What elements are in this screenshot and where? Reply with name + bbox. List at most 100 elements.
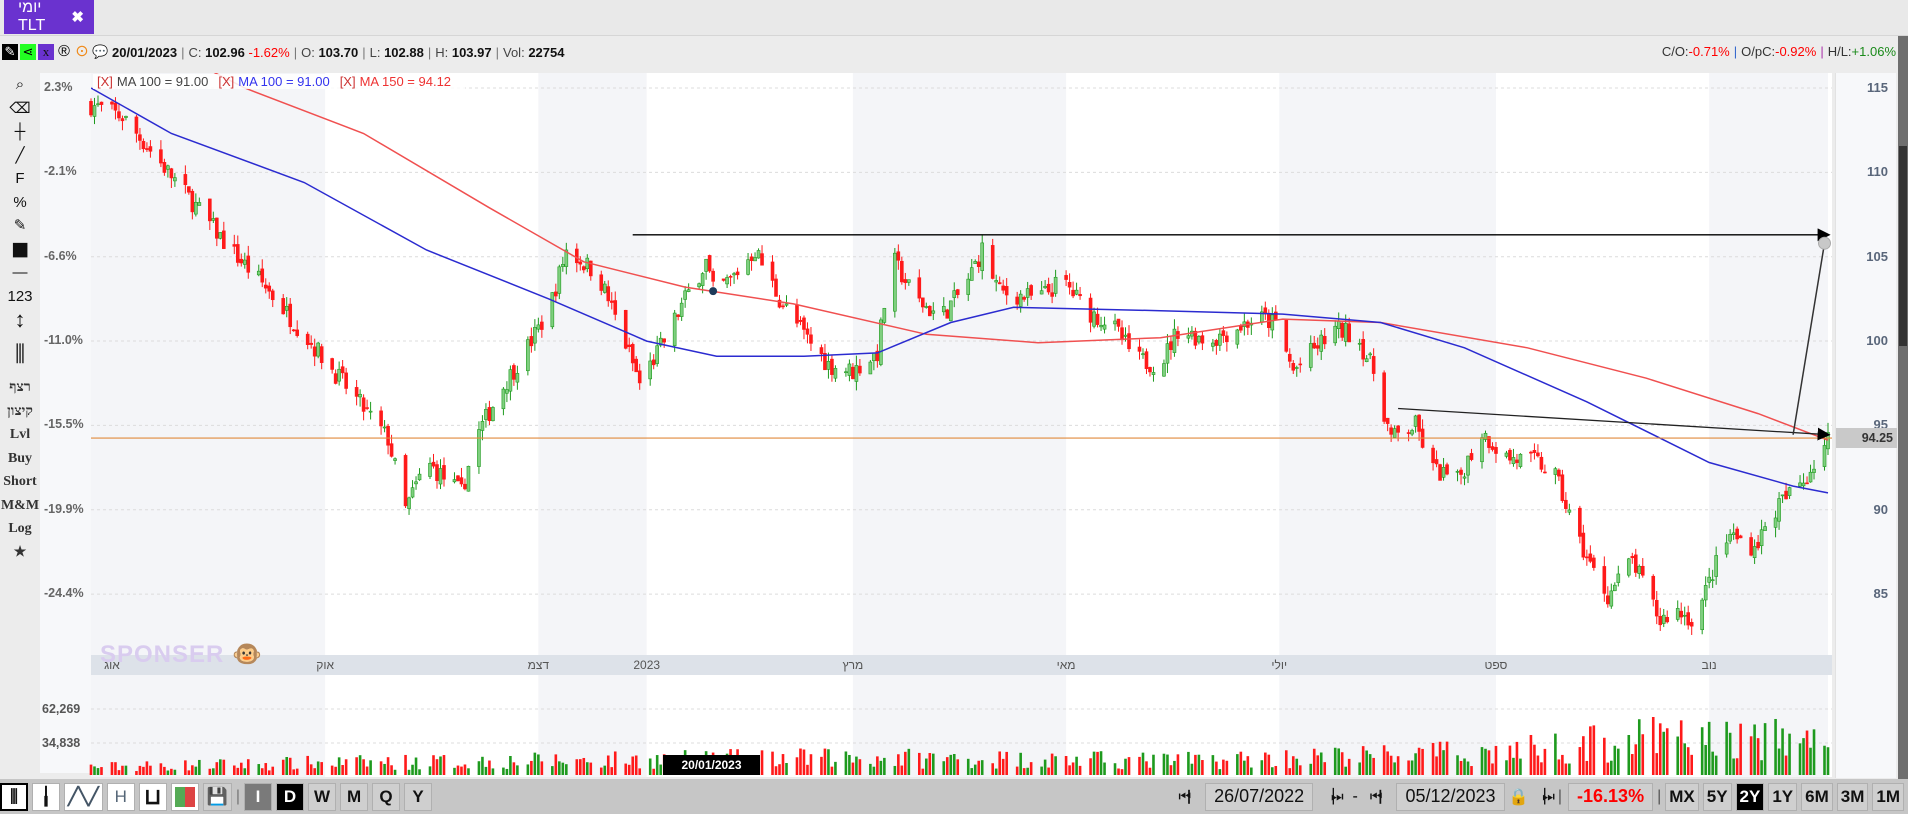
indicator-label: MA 150 = 94.12 xyxy=(359,74,452,89)
volume-bar xyxy=(1585,760,1589,775)
interval-Q[interactable]: Q xyxy=(372,782,401,811)
candle-body xyxy=(501,388,506,410)
candle-body xyxy=(1738,535,1743,539)
range-1Y[interactable]: 1Y xyxy=(1768,782,1798,811)
save-icon[interactable]: 💾 xyxy=(202,782,232,811)
volume-bar xyxy=(1627,734,1631,775)
volume-bar xyxy=(1456,755,1459,775)
volume-bar xyxy=(1540,762,1543,775)
candle-body xyxy=(344,372,348,389)
lock-icon[interactable]: 🔒 xyxy=(1509,787,1529,807)
volume-bar xyxy=(1421,748,1424,775)
volume-bar xyxy=(1410,760,1414,775)
volume-bar xyxy=(1480,747,1484,775)
volume-bar xyxy=(1414,753,1417,775)
first-end-icon[interactable]: ⏮▏ xyxy=(1370,788,1394,805)
candle-body xyxy=(945,309,950,319)
candle-body xyxy=(1169,341,1173,350)
line-chart-button[interactable]: ╱╲╱ xyxy=(64,782,103,811)
volume-bar xyxy=(1029,762,1033,775)
candle-body xyxy=(1518,453,1523,467)
price-tick: 90 xyxy=(1873,501,1888,517)
volume-bar xyxy=(613,751,617,775)
bars-chart-button[interactable]: ╽ xyxy=(32,782,60,811)
candle-body xyxy=(606,286,611,302)
candle-body xyxy=(124,115,128,118)
candle-body xyxy=(113,102,118,111)
volume-bar xyxy=(1162,753,1166,775)
volume-bar xyxy=(110,762,114,775)
scrollbar-thumb[interactable] xyxy=(1899,146,1907,346)
forward-start-icon[interactable]: ▕⏭ xyxy=(1323,788,1343,805)
heikin-ashi-button[interactable]: H xyxy=(106,782,135,811)
candles-chart-button[interactable]: ⫼ xyxy=(0,782,28,811)
volume-bar xyxy=(956,759,960,775)
candle-body xyxy=(117,111,121,119)
forward-end-icon[interactable]: ▕⏭ xyxy=(1535,788,1555,805)
range-1M[interactable]: 1M xyxy=(1872,782,1904,811)
u-chart-button[interactable]: ⊔ xyxy=(138,782,167,811)
volume-bar xyxy=(1333,747,1337,775)
volume-bar xyxy=(869,763,872,775)
candle-body xyxy=(173,177,177,182)
interval-I[interactable]: I xyxy=(244,782,273,811)
volume-bar xyxy=(456,765,460,775)
candle-body xyxy=(96,103,100,106)
candle-body xyxy=(1361,339,1365,360)
candle-body xyxy=(1018,293,1023,307)
volume-bar xyxy=(1630,754,1634,775)
volume-bar xyxy=(1826,747,1830,775)
candle-body xyxy=(1752,546,1757,558)
volume-bar xyxy=(411,764,414,775)
volume-bar xyxy=(1267,754,1271,775)
volume-bar xyxy=(316,761,320,775)
range-6M[interactable]: 6M xyxy=(1801,782,1833,811)
candle-body xyxy=(1822,445,1827,467)
range-MX[interactable]: MX xyxy=(1665,782,1699,811)
scrollbar[interactable] xyxy=(1898,36,1908,814)
to-date[interactable]: 05/12/2023 xyxy=(1396,782,1505,811)
volume-bar xyxy=(1078,765,1082,775)
candle-body xyxy=(1626,558,1631,576)
interval-M[interactable]: M xyxy=(340,782,369,811)
remove-indicator-button[interactable]: [X] xyxy=(218,74,234,89)
from-date[interactable]: 26/07/2022 xyxy=(1205,782,1314,811)
volume-bar xyxy=(1120,769,1124,775)
volume-bar xyxy=(236,767,240,775)
candle-body xyxy=(263,284,268,289)
candle-body xyxy=(630,344,635,364)
volume-bar xyxy=(1777,748,1781,775)
color-bars-button[interactable] xyxy=(170,782,199,811)
candle-body xyxy=(581,266,586,271)
interval-Y[interactable]: Y xyxy=(404,782,433,811)
volume-bar xyxy=(1386,751,1389,775)
candle-body xyxy=(1511,457,1516,465)
candle-body xyxy=(435,464,439,481)
price-chart[interactable]: אוג אוק דצמ 2023 מרץ מאי יולי ספט נוב xyxy=(0,0,1908,814)
volume-bar xyxy=(1651,717,1655,775)
volume-bar xyxy=(973,764,977,775)
candle-body xyxy=(1413,415,1418,427)
interval-W[interactable]: W xyxy=(308,782,337,811)
candle-body xyxy=(1287,353,1292,362)
remove-indicator-button[interactable]: [X] xyxy=(340,74,356,89)
date-range-dash: - xyxy=(1352,787,1358,805)
volume-bar xyxy=(897,754,900,775)
candle-body xyxy=(1095,313,1100,325)
volume-bar xyxy=(991,763,995,775)
candle-body xyxy=(1459,469,1463,475)
volume-bar xyxy=(1194,754,1197,775)
price-tick: 115 xyxy=(1867,80,1888,95)
volume-bar xyxy=(1407,760,1410,775)
first-start-icon[interactable]: ⏮▏ xyxy=(1178,788,1202,805)
volume-bar xyxy=(1655,753,1659,775)
range-5Y[interactable]: 5Y xyxy=(1702,782,1732,811)
remove-indicator-button[interactable]: [X] xyxy=(97,74,113,89)
volume-bar xyxy=(1459,760,1463,775)
volume-bar xyxy=(1323,762,1327,775)
range-2Y[interactable]: 2Y xyxy=(1735,782,1765,811)
volume-bar xyxy=(1099,751,1103,775)
interval-D[interactable]: D xyxy=(276,782,305,811)
candle-body xyxy=(1564,499,1568,509)
range-3M[interactable]: 3M xyxy=(1836,782,1869,811)
